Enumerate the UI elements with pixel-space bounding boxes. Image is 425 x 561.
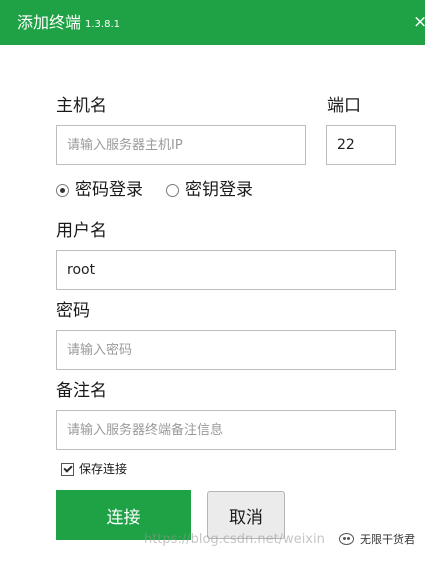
port-input[interactable] [326,125,396,165]
save-connection-checkbox[interactable] [61,463,74,476]
radio-password-login[interactable]: 密码登录 [56,179,143,201]
checkmark-icon [62,463,73,473]
watermark-url: https://blog.csdn.net/weixin [144,532,325,547]
title-bar: 添加终端 1.3.8.1 × [0,0,425,45]
radio-dot-icon [60,187,65,193]
version-label: 1.3.8.1 [85,19,121,30]
close-icon[interactable]: × [413,11,425,33]
username-label: 用户名 [56,221,107,241]
wechat-icon [339,533,354,545]
save-connection-label[interactable]: 保存连接 [79,461,127,477]
watermark-brand: 无限干货君 [360,533,415,546]
host-label: 主机名 [56,96,107,116]
dialog-title: 添加终端 1.3.8.1 [17,13,120,35]
password-login-label: 密码登录 [75,180,143,200]
port-label: 端口 [327,96,361,116]
username-input[interactable] [56,250,396,290]
remark-input[interactable] [56,410,396,450]
remark-label: 备注名 [56,381,107,401]
password-label: 密码 [56,301,90,321]
dialog-title-text: 添加终端 [17,13,82,32]
password-input[interactable] [56,330,396,370]
radio-unselected-icon[interactable] [166,183,179,197]
radio-selected-icon[interactable] [56,183,69,197]
radio-key-login[interactable]: 密钥登录 [166,179,253,201]
host-input[interactable] [56,125,306,165]
key-login-label: 密钥登录 [185,180,253,200]
